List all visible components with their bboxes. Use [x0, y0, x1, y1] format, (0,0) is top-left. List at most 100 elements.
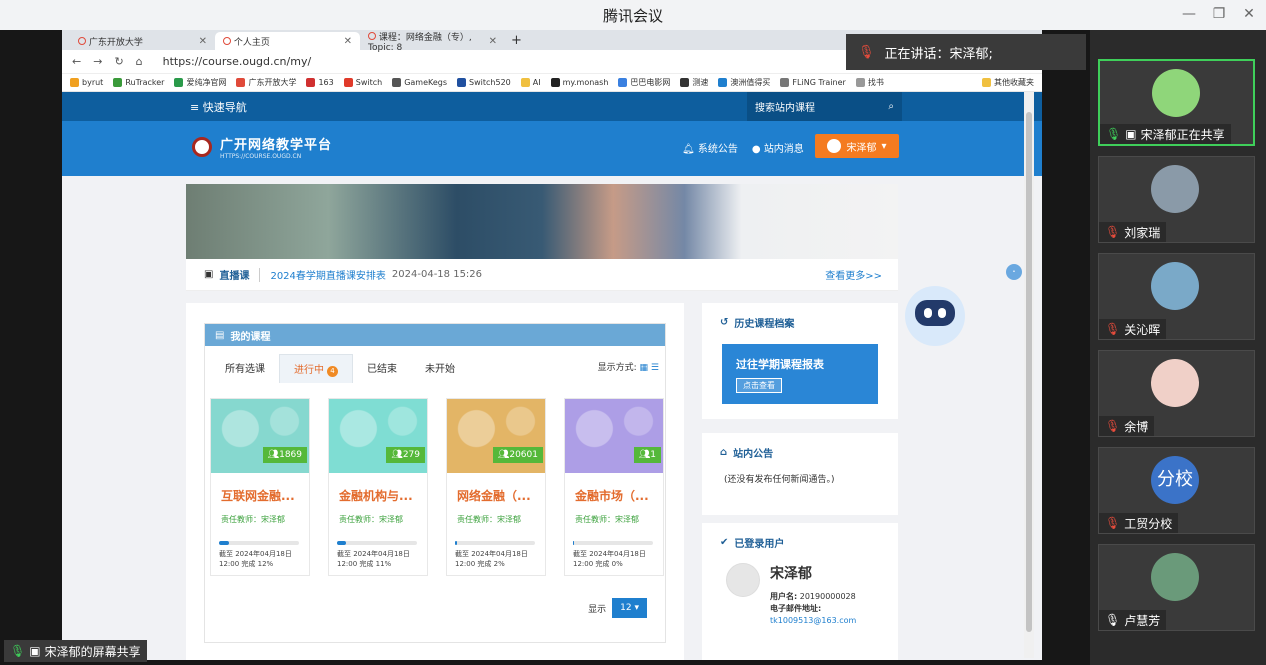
history-report-banner[interactable]: 过往学期课程报表 点击查看 — [722, 344, 878, 404]
grid-view-icon[interactable]: ▦ — [640, 363, 649, 373]
page-size-select[interactable]: 12 ▾ — [612, 598, 647, 618]
history-icon: ↺ — [720, 317, 729, 328]
bookmark-item[interactable]: AI — [520, 78, 541, 87]
notice-empty-text: (还没有发布任何新闻通告。) — [724, 475, 835, 485]
restore-icon[interactable]: ❐ — [1210, 5, 1228, 23]
caret-down-icon: ▾ — [881, 140, 887, 152]
tab-finished[interactable]: 已结束 — [353, 354, 411, 383]
close-icon[interactable]: ✕ — [1240, 5, 1258, 23]
course-name[interactable]: 网络金融（... — [457, 487, 545, 504]
live-schedule-link[interactable]: 2024春学期直播课安排表 — [270, 267, 385, 282]
progress-fill — [337, 541, 346, 545]
avatar — [726, 563, 760, 597]
users-icon: 👥︎ — [391, 450, 403, 460]
system-notice-link[interactable]: 🔔︎ 系统公告 — [682, 140, 738, 155]
web-page: ≡ 快速导航 搜索站内课程 ⌕ 广开网络教学平台 HTTPS://COURSE.… — [62, 92, 1042, 660]
screen-share-label: 🎙︎ ▣ 宋泽郁的屏幕共享 — [4, 640, 147, 662]
course-card[interactable]: 👥︎1 金融市场（... 责任教师：宋泽郁 截至 2024年04月18日 12:0… — [564, 398, 664, 576]
mic-icon: 🎙︎ — [1106, 127, 1122, 141]
user-menu-button[interactable]: 宋泽郁 ▾ — [815, 134, 899, 158]
bookmark-item[interactable]: 找书 — [855, 77, 884, 88]
course-card[interactable]: 👥︎20601 网络金融（... 责任教师：宋泽郁 截至 2024年04月18日… — [446, 398, 546, 576]
page-scrollbar[interactable] — [1024, 92, 1034, 658]
close-tab-icon[interactable]: ✕ — [344, 36, 352, 47]
bookmark-item[interactable]: byrut — [70, 78, 103, 87]
participant-tile[interactable]: 分校 🎙︎ 工贸分校 — [1098, 447, 1255, 534]
tab-not-started[interactable]: 未开始 — [411, 354, 469, 383]
tab-all-courses[interactable]: 所有选课 — [211, 354, 279, 383]
users-icon: 👥︎ — [267, 450, 280, 460]
back-icon[interactable]: ← — [72, 55, 81, 68]
search-input[interactable]: 搜索站内课程 — [755, 99, 815, 114]
meeting-title: 腾讯会议 — [602, 6, 663, 25]
my-courses-section: ▤ 我的课程 所有选课 进行中 4 已结束 未开始 显示方式: ▦ ☰ 👥︎18… — [186, 303, 684, 660]
assistant-robot-icon[interactable] — [905, 286, 965, 346]
search-icon[interactable]: ⌕ — [888, 101, 894, 112]
view-report-button[interactable]: 点击查看 — [736, 378, 782, 393]
browser-tab[interactable]: 广东开放大学 ✕ — [70, 32, 215, 50]
bookmark-item[interactable]: FLiNG Trainer — [780, 78, 846, 87]
new-tab-icon[interactable]: + — [511, 33, 522, 48]
progress-fill — [573, 541, 574, 545]
url-input[interactable]: https://course.ougd.cn/my/ — [163, 55, 583, 68]
history-banner-text: 过往学期课程报表 — [736, 358, 824, 371]
course-teacher: 责任教师：宋泽郁 — [457, 515, 521, 524]
reload-icon[interactable]: ↻ — [114, 55, 123, 68]
quick-nav-menu[interactable]: ≡ 快速导航 — [190, 99, 247, 115]
bell-icon: 🔔︎ — [682, 144, 695, 155]
bookmark-item[interactable]: GameKegs — [392, 78, 447, 87]
course-name[interactable]: 金融机构与... — [339, 487, 427, 504]
course-name[interactable]: 互联网金融... — [221, 487, 309, 504]
bookmark-folder[interactable]: 其他收藏夹 — [982, 77, 1034, 88]
bookmark-item[interactable]: 巴巴电影网 — [618, 77, 670, 88]
avatar: 分校 — [1151, 456, 1199, 504]
close-tab-icon[interactable]: ✕ — [489, 36, 497, 47]
course-teacher: 责任教师：宋泽郁 — [575, 515, 639, 524]
email-link[interactable]: tk1009513@163.com — [770, 615, 856, 627]
view-mode: 显示方式: ▦ ☰ — [597, 363, 659, 373]
site-logo[interactable]: 广开网络教学平台 HTTPS://COURSE.OUGD.CN — [192, 134, 332, 160]
avatar — [1151, 262, 1199, 310]
list-view-icon[interactable]: ☰ — [651, 363, 659, 373]
browser-tab-active[interactable]: 个人主页 ✕ — [215, 32, 360, 50]
browser-tab[interactable]: 课程：网络金融（专）, Topic: 8 ✕ — [360, 31, 505, 53]
participant-tile[interactable]: 🎙︎ ▣ 宋泽郁正在共享 — [1098, 59, 1255, 146]
online-user-name[interactable]: 宋泽郁 — [770, 563, 856, 583]
participant-tile[interactable]: 🎙︎ 关沁晖 — [1098, 253, 1255, 340]
home-icon[interactable]: ⌂ — [136, 55, 143, 68]
bookmark-item[interactable]: RuTracker — [113, 78, 164, 87]
bookmark-item[interactable]: 澳洲值得买 — [718, 77, 770, 88]
mic-muted-icon: 🎙︎ — [858, 44, 875, 60]
minimize-icon[interactable]: — — [1180, 5, 1198, 23]
messages-link[interactable]: ● 站内消息 — [752, 140, 804, 155]
forward-icon[interactable]: → — [93, 55, 102, 68]
site-icon — [223, 36, 231, 45]
course-card[interactable]: 👥︎279 金融机构与... 责任教师：宋泽郁 截至 2024年04月18日 12… — [328, 398, 428, 576]
live-date: 2024-04-18 15:26 — [391, 269, 483, 280]
avatar — [1151, 553, 1199, 601]
participant-tile[interactable]: 🎙︎ 刘家瑞 — [1098, 156, 1255, 243]
bookmark-item[interactable]: 广东开放大学 — [236, 77, 296, 88]
close-tab-icon[interactable]: ✕ — [199, 36, 207, 47]
bookmark-item[interactable]: Switch520 — [457, 78, 511, 87]
course-card[interactable]: 👥︎1869 互联网金融... 责任教师：宋泽郁 截至 2024年04月18日 1… — [210, 398, 310, 576]
enrolled-count-badge: 👥︎1 — [633, 447, 661, 463]
users-icon: 👥︎ — [638, 450, 651, 460]
site-search[interactable]: 搜索站内课程 ⌕ — [747, 92, 902, 121]
participant-tile[interactable]: 🎙︎ 卢慧芳 — [1098, 544, 1255, 631]
tab-in-progress[interactable]: 进行中 4 — [279, 354, 353, 383]
bookmark-item[interactable]: 163 — [306, 78, 334, 87]
bookmark-item[interactable]: Switch — [343, 78, 382, 87]
avatar — [827, 139, 842, 153]
share-icon: ▣ — [29, 644, 41, 658]
course-cards: 👥︎1869 互联网金融... 责任教师：宋泽郁 截至 2024年04月18日 1… — [210, 398, 664, 576]
view-more-link[interactable]: 查看更多>> — [825, 267, 882, 282]
bookmark-item[interactable]: 测速 — [680, 77, 708, 88]
floating-widget-icon[interactable]: • — [1006, 264, 1022, 280]
announcement-icon: ⌂ — [720, 447, 728, 458]
bookmark-item[interactable]: 爱纯净官网 — [174, 77, 226, 88]
course-name[interactable]: 金融市场（... — [575, 487, 663, 504]
participant-tile[interactable]: 🎙︎ 余博 — [1098, 350, 1255, 437]
bookmark-item[interactable]: my.monash — [550, 78, 608, 87]
user-card: 宋泽郁 用户名: 20190000028 电子邮件地址: tk1009513@1… — [726, 563, 856, 627]
